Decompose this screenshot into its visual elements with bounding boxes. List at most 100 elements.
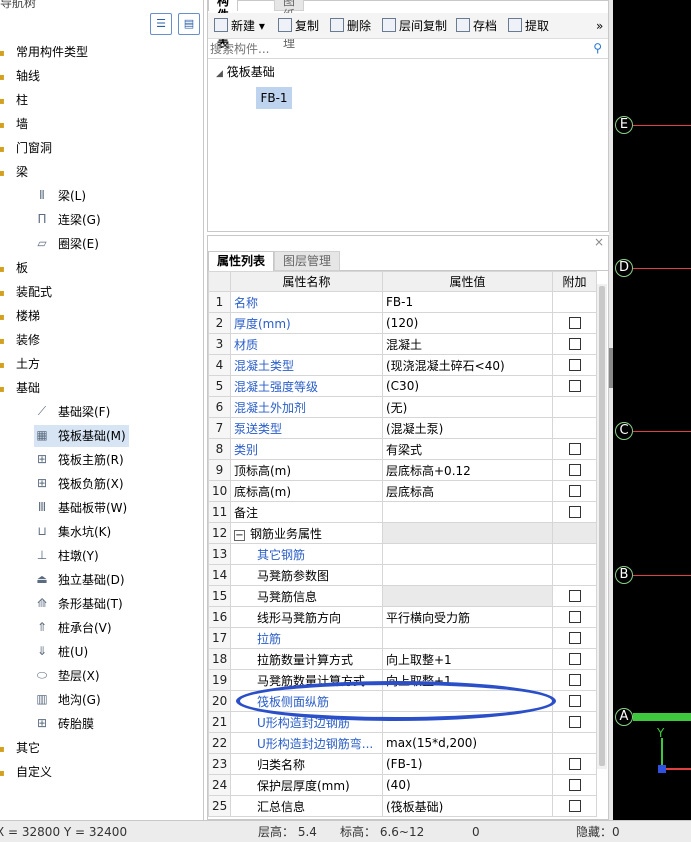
tab-component-list[interactable]: 构件列表 [208, 0, 239, 50]
table-row[interactable]: 13 其它钢筋 [208, 543, 597, 565]
table-row[interactable]: 18 拉筋数量计算方式 向上取整+1 [208, 648, 597, 670]
extra-checkbox[interactable] [568, 695, 581, 707]
nav-item-cushion[interactable]: ⬭ 垫层(X) [34, 665, 200, 687]
nav-item-coupling-beam[interactable]: Π 连梁(G) [34, 209, 200, 231]
nav-item-isolated-footing[interactable]: ⏏ 独立基础(D) [34, 569, 200, 591]
extra-checkbox[interactable] [568, 359, 581, 371]
extra-checkbox[interactable] [568, 653, 581, 665]
table-row[interactable]: 19 马凳筋数量计算方式 向上取整+1 [208, 669, 597, 691]
table-row[interactable]: 4 混凝土类型 (现浇混凝土碎石<40) [208, 354, 597, 376]
table-row[interactable]: 12− 钢筋业务属性 [208, 522, 597, 544]
nav-item-other[interactable]: ▪ 其它 [0, 737, 200, 759]
copy-button[interactable]: 复制 [278, 16, 319, 36]
table-row[interactable]: 23 归类名称 (FB-1) [208, 753, 597, 775]
extra-checkbox[interactable] [568, 338, 581, 350]
extra-checkbox[interactable] [568, 380, 581, 392]
nav-item-foundation-strip[interactable]: Ⅲ 基础板带(W) [34, 497, 200, 519]
collapse-icon[interactable]: ◢ [216, 69, 223, 79]
coupling-beam-icon: Π [37, 212, 47, 226]
axis-line-e [633, 125, 691, 126]
extra-checkbox[interactable] [568, 779, 581, 791]
nav-item-stairs[interactable]: ▪ 楼梯 [0, 305, 200, 327]
extra-checkbox[interactable] [568, 485, 581, 497]
tab-layer-management[interactable]: 图层管理 [274, 251, 341, 271]
nav-item-foundation[interactable]: ▪ 基础 [0, 377, 200, 399]
nav-item-column-pier[interactable]: ⊥ 柱墩(Y) [34, 545, 200, 567]
extract-button[interactable]: 提取 [508, 16, 549, 36]
nav-item-finishing[interactable]: ▪ 装修 [0, 329, 200, 351]
floor-height: 层高： 5.4 [258, 825, 317, 839]
table-row[interactable]: 22 U形构造封边钢筋弯... max(15*d,200) [208, 732, 597, 754]
table-row[interactable]: 14 马凳筋参数图 [208, 564, 597, 586]
extra-checkbox[interactable] [568, 590, 581, 602]
nav-item-raft-main-rebar[interactable]: ⊞ 筏板主筋(R) [34, 449, 200, 471]
table-row[interactable]: 10 底标高(m) 层底标高 [208, 480, 597, 502]
table-row[interactable]: 15 马凳筋信息 [208, 585, 597, 607]
table-row[interactable]: 5 混凝土强度等级 (C30) [208, 375, 597, 397]
expand-icon[interactable]: − [234, 529, 245, 541]
nav-item-ring-beam[interactable]: ▱ 圈梁(E) [34, 233, 200, 255]
nav-item-beam-l[interactable]: Ⅱ 梁(L) [34, 185, 200, 207]
extra-checkbox[interactable] [568, 464, 581, 476]
table-row[interactable]: 21 U形构造封边钢筋 [208, 711, 597, 733]
extra-checkbox[interactable] [568, 632, 581, 644]
extra-checkbox[interactable] [568, 800, 581, 812]
floor-copy-button[interactable]: 层间复制 [382, 16, 447, 36]
table-row[interactable]: 2 厚度(mm) (120) [208, 312, 597, 334]
extra-checkbox[interactable] [568, 317, 581, 329]
nav-item-wall[interactable]: ▪ 墙 [0, 113, 200, 135]
extra-checkbox[interactable] [568, 611, 581, 623]
table-row[interactable]: 8 类别 有梁式 [208, 438, 597, 460]
more-button[interactable]: » [596, 16, 603, 36]
table-row[interactable]: 25 汇总信息 (筏板基础) [208, 795, 597, 817]
new-button[interactable]: 新建 ▾ [214, 16, 265, 36]
search-input[interactable] [210, 40, 590, 58]
nav-item-custom[interactable]: ▪ 自定义 [0, 761, 200, 783]
extra-checkbox[interactable] [568, 443, 581, 455]
table-row[interactable]: 1 名称 FB-1 [208, 291, 597, 313]
delete-button[interactable]: 删除 [330, 16, 371, 36]
nav-item-openings[interactable]: ▪ 门窗洞 [0, 137, 200, 159]
nav-item-brick-form[interactable]: ⊞ 砖胎膜 [34, 713, 200, 735]
nav-item-trench[interactable]: ▥ 地沟(G) [34, 689, 200, 711]
search-icon[interactable]: ⚲ [593, 41, 602, 55]
nav-item-strip-footing[interactable]: ⟰ 条形基础(T) [34, 593, 200, 615]
nav-item-foundation-beam[interactable]: ⟋ 基础梁(F) [34, 401, 200, 423]
table-row[interactable]: 7 泵送类型 (混凝土泵) [208, 417, 597, 439]
nav-item-slab[interactable]: ▪ 板 [0, 257, 200, 279]
nav-item-raft-negative-rebar[interactable]: ⊞ 筏板负筋(X) [34, 473, 200, 495]
extra-checkbox[interactable] [568, 506, 581, 518]
table-row[interactable]: 17 拉筋 [208, 627, 597, 649]
archive-button[interactable]: 存档 [456, 16, 497, 36]
nav-item-pile-cap[interactable]: ⇑ 桩承台(V) [34, 617, 200, 639]
nav-item-raft-foundation[interactable]: ▦ 筏板基础(M) [34, 425, 129, 447]
nav-item-earthwork[interactable]: ▪ 土方 [0, 353, 200, 375]
extra-checkbox[interactable] [568, 716, 581, 728]
extra-checkbox[interactable] [568, 674, 581, 686]
table-row[interactable]: 20 筏板侧面纵筋 [208, 690, 597, 712]
nav-item-prefab[interactable]: ▪ 装配式 [0, 281, 200, 303]
extra-checkbox[interactable] [568, 758, 581, 770]
nav-item-common[interactable]: ▪ 常用构件类型 [0, 41, 200, 63]
nav-item-pile[interactable]: ⇓ 桩(U) [34, 641, 200, 663]
table-row[interactable]: 24 保护层厚度(mm) (40) [208, 774, 597, 796]
property-scrollbar[interactable] [597, 284, 607, 769]
nav-item-beam[interactable]: ▪ 梁 [0, 161, 200, 183]
tree-leaf-fb1[interactable]: FB-1 [256, 87, 292, 109]
table-row[interactable]: 16 线形马凳筋方向 平行横向受力筋 [208, 606, 597, 628]
tree-view-icon[interactable]: ▤ [178, 13, 200, 35]
table-row[interactable]: 11 备注 [208, 501, 597, 523]
close-icon[interactable]: × [594, 235, 604, 249]
tree-root[interactable]: ◢ 筏板基础 [216, 63, 275, 80]
table-row[interactable]: 9 顶标高(m) 层底标高+0.12 [208, 459, 597, 481]
table-row[interactable]: 3 材质 混凝土 [208, 333, 597, 355]
table-row[interactable]: 6 混凝土外加剂 (无) [208, 396, 597, 418]
nav-item-column[interactable]: ▪ 柱 [0, 89, 200, 111]
nav-item-sump[interactable]: ⊔ 集水坑(K) [34, 521, 200, 543]
scrollbar-thumb[interactable] [599, 286, 605, 766]
nav-item-axis[interactable]: ▪ 轴线 [0, 65, 200, 87]
drawing-canvas[interactable]: E D C B A Y [613, 0, 691, 820]
list-view-icon[interactable]: ☰ [150, 13, 172, 35]
tab-drawing-management[interactable]: 图纸管理 [274, 0, 305, 50]
tab-property-list[interactable]: 属性列表 [208, 251, 275, 271]
